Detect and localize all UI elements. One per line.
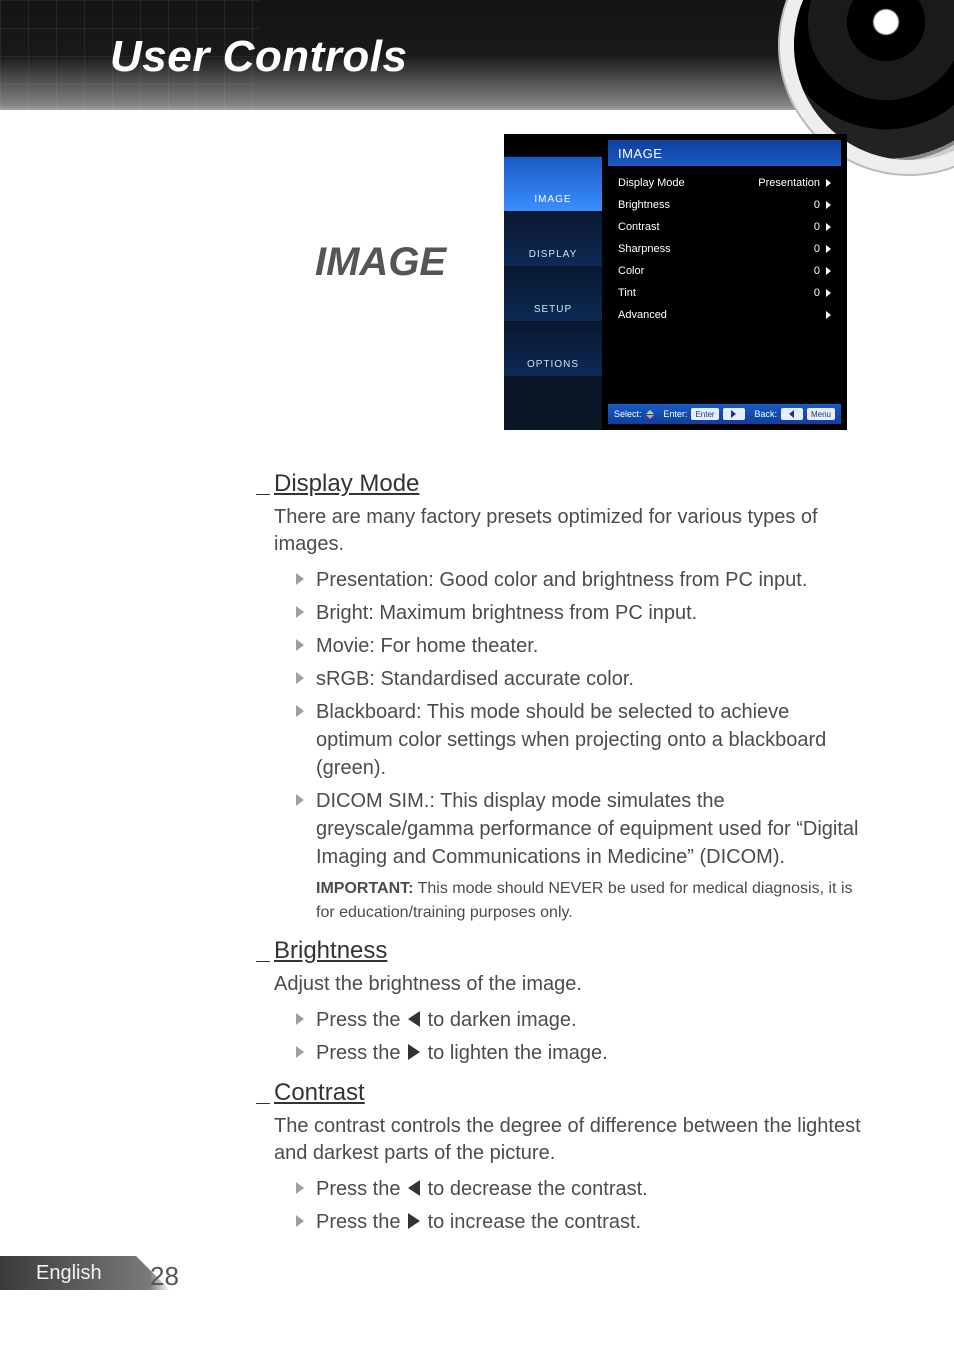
- menu-key-icon: Menu: [807, 408, 835, 420]
- chevron-right-icon: [826, 179, 831, 187]
- text: Press the: [316, 1211, 406, 1233]
- list-item: Presentation: Good color and brightness …: [296, 566, 866, 594]
- list-item: Press the to lighten the image.: [296, 1039, 866, 1067]
- list-item: sRGB: Standardised accurate color.: [296, 665, 866, 693]
- important-note: IMPORTANT: This mode should NEVER be use…: [316, 877, 866, 925]
- osd-row-label: Advanced: [618, 309, 667, 321]
- list-item: Bright: Maximum brightness from PC input…: [296, 599, 866, 627]
- osd-tab-options[interactable]: OPTIONS: [504, 321, 602, 376]
- updown-icon: [646, 410, 654, 419]
- right-arrow-icon: [408, 1044, 420, 1060]
- chapter-title: User Controls: [110, 32, 407, 82]
- osd-row-label: Color: [618, 265, 644, 277]
- osd-row-label: Contrast: [618, 221, 660, 233]
- osd-row-label: Brightness: [618, 199, 670, 211]
- osd-row-sharpness[interactable]: Sharpness 0: [618, 238, 831, 260]
- text: to darken image.: [422, 1009, 577, 1031]
- list-item: DICOM SIM.: This display mode simulates …: [296, 787, 866, 871]
- osd-back-label: Back:: [754, 409, 777, 419]
- osd-row-value: 0: [814, 199, 820, 211]
- footer-language: English: [36, 1262, 102, 1285]
- chevron-right-icon: [826, 311, 831, 319]
- list-item: Blackboard: This mode should be selected…: [296, 698, 866, 782]
- left-arrow-icon: [408, 1011, 420, 1027]
- osd-header: IMAGE: [608, 140, 841, 166]
- text: Press the: [316, 1009, 406, 1031]
- osd-row-brightness[interactable]: Brightness 0: [618, 194, 831, 216]
- osd-body: Display Mode Presentation Brightness 0 C…: [608, 166, 841, 404]
- footer-language-tab: English: [0, 1256, 170, 1290]
- bullet-list: Presentation: Good color and brightness …: [296, 566, 866, 871]
- osd-sidebar-pad: [504, 376, 602, 430]
- text: to lighten the image.: [422, 1042, 608, 1064]
- osd-sidebar: IMAGE DISPLAY SETUP OPTIONS: [504, 156, 602, 430]
- right-arrow-icon: [408, 1213, 420, 1229]
- text: to increase the contrast.: [422, 1211, 641, 1233]
- right-key-icon: [723, 408, 745, 420]
- osd-row-label: Display Mode: [618, 177, 685, 189]
- header-band: User Controls: [0, 0, 954, 110]
- content: Display Mode There are many factory pres…: [256, 458, 866, 1242]
- enter-key-icon: Enter: [691, 408, 718, 420]
- osd-row-value: Presentation: [758, 177, 820, 189]
- heading-display-mode: Display Mode: [274, 470, 866, 498]
- list-item: Movie: For home theater.: [296, 632, 866, 660]
- osd-tab-setup[interactable]: SETUP: [504, 266, 602, 321]
- osd-row-tint[interactable]: Tint 0: [618, 282, 831, 304]
- important-label: IMPORTANT:: [316, 880, 413, 897]
- osd-row-value: 0: [814, 287, 820, 299]
- chevron-right-icon: [826, 245, 831, 253]
- bullet-list: Press the to darken image. Press the to …: [296, 1006, 866, 1067]
- left-key-icon: [781, 408, 803, 420]
- chevron-right-icon: [826, 289, 831, 297]
- osd-row-advanced[interactable]: Advanced: [618, 304, 831, 326]
- section-label: IMAGE: [315, 240, 446, 285]
- heading-brightness: Brightness: [274, 937, 866, 965]
- page-number: 28: [150, 1261, 179, 1292]
- chevron-right-icon: [826, 201, 831, 209]
- text: Press the: [316, 1042, 406, 1064]
- osd-tab-display[interactable]: DISPLAY: [504, 211, 602, 266]
- list-item: Press the to darken image.: [296, 1006, 866, 1034]
- osd-row-label: Sharpness: [618, 243, 671, 255]
- chevron-right-icon: [826, 267, 831, 275]
- osd-enter-label: Enter:: [663, 409, 687, 419]
- osd-tab-image[interactable]: IMAGE: [504, 156, 602, 211]
- osd-footer: Select: Enter: Enter Back: Menu: [608, 404, 841, 424]
- list-item: Press the to decrease the contrast.: [296, 1175, 866, 1203]
- text: to decrease the contrast.: [422, 1178, 648, 1200]
- osd-row-value: 0: [814, 221, 820, 233]
- paragraph: Adjust the brightness of the image.: [274, 971, 866, 998]
- osd-row-value: 0: [814, 243, 820, 255]
- osd-row-value: 0: [814, 265, 820, 277]
- chevron-right-icon: [826, 223, 831, 231]
- list-item: Press the to increase the contrast.: [296, 1208, 866, 1236]
- osd-row-contrast[interactable]: Contrast 0: [618, 216, 831, 238]
- osd-row-label: Tint: [618, 287, 636, 299]
- osd-panel: IMAGE DISPLAY SETUP OPTIONS IMAGE Displa…: [504, 134, 847, 430]
- heading-contrast: Contrast: [274, 1079, 866, 1107]
- osd-row-display-mode[interactable]: Display Mode Presentation: [618, 172, 831, 194]
- text: Press the: [316, 1178, 406, 1200]
- paragraph: There are many factory presets optimized…: [274, 504, 866, 558]
- osd-select-label: Select:: [614, 409, 642, 419]
- paragraph: The contrast controls the degree of diff…: [274, 1113, 866, 1167]
- left-arrow-icon: [408, 1180, 420, 1196]
- bullet-list: Press the to decrease the contrast. Pres…: [296, 1175, 866, 1236]
- osd-row-color[interactable]: Color 0: [618, 260, 831, 282]
